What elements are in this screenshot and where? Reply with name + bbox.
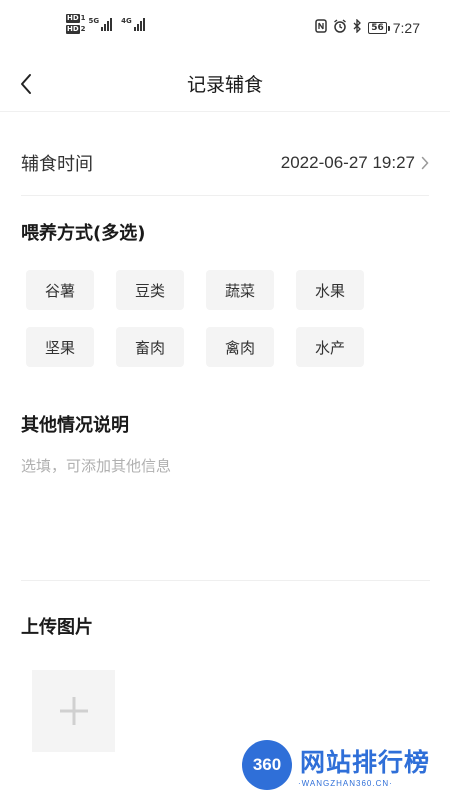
signal-indicators: HD 1 HD 2 5G 4G [66, 14, 145, 34]
status-bar: HD 1 HD 2 5G 4G 56 7:27 [0, 0, 450, 58]
watermark: 360 网站排行榜 ·WANGZHAN360.CN· [238, 738, 448, 798]
divider [21, 580, 430, 581]
status-right: 56 7:27 [315, 18, 420, 36]
watermark-text: 网站排行榜 [300, 748, 431, 777]
network-type: 5G [88, 17, 100, 25]
hd-badge: HD [66, 25, 80, 34]
nfc-icon [315, 19, 327, 36]
notes-title: 其他情况说明 [21, 415, 129, 436]
signal-strength-icon [101, 17, 113, 31]
feed-method-options: 谷薯 豆类 蔬菜 水果 坚果 畜肉 禽肉 水产 [26, 270, 386, 367]
option-tag[interactable]: 水产 [296, 327, 364, 367]
bluetooth-icon [353, 18, 362, 36]
feed-time-label: 辅食时间 [21, 153, 93, 175]
chevron-right-icon [421, 156, 429, 169]
option-tag[interactable]: 禽肉 [206, 327, 274, 367]
sim-number: 2 [80, 25, 86, 33]
signal-group-1: 5G [89, 17, 113, 31]
nav-bar: 记录辅食 [0, 58, 450, 112]
upload-title: 上传图片 [21, 617, 93, 638]
option-tag[interactable]: 蔬菜 [206, 270, 274, 310]
notes-input[interactable] [21, 455, 430, 565]
feed-method-title: 喂养方式(多选) [21, 223, 146, 244]
upload-image-button[interactable] [32, 670, 115, 752]
option-tag[interactable]: 谷薯 [26, 270, 94, 310]
watermark-url: ·WANGZHAN360.CN· [298, 779, 393, 788]
hd-badge: HD [66, 14, 80, 23]
option-tag[interactable]: 水果 [296, 270, 364, 310]
clock: 7:27 [392, 19, 420, 36]
alarm-icon [333, 19, 347, 36]
sim-number: 1 [80, 14, 86, 22]
feed-time-value: 2022-06-27 19:27 [280, 152, 415, 172]
option-tag[interactable]: 豆类 [116, 270, 184, 310]
signal-strength-icon [133, 17, 145, 31]
battery-indicator: 56 [368, 21, 390, 34]
network-type: 4G [121, 17, 132, 25]
option-tag[interactable]: 坚果 [26, 327, 94, 367]
watermark-logo: 360 [242, 740, 292, 790]
signal-group-2: 4G [121, 17, 145, 31]
option-tag[interactable]: 畜肉 [116, 327, 184, 367]
feed-time-row[interactable]: 辅食时间 2022-06-27 19:27 [21, 130, 429, 196]
page-title: 记录辅食 [186, 74, 263, 96]
plus-icon [59, 697, 88, 725]
